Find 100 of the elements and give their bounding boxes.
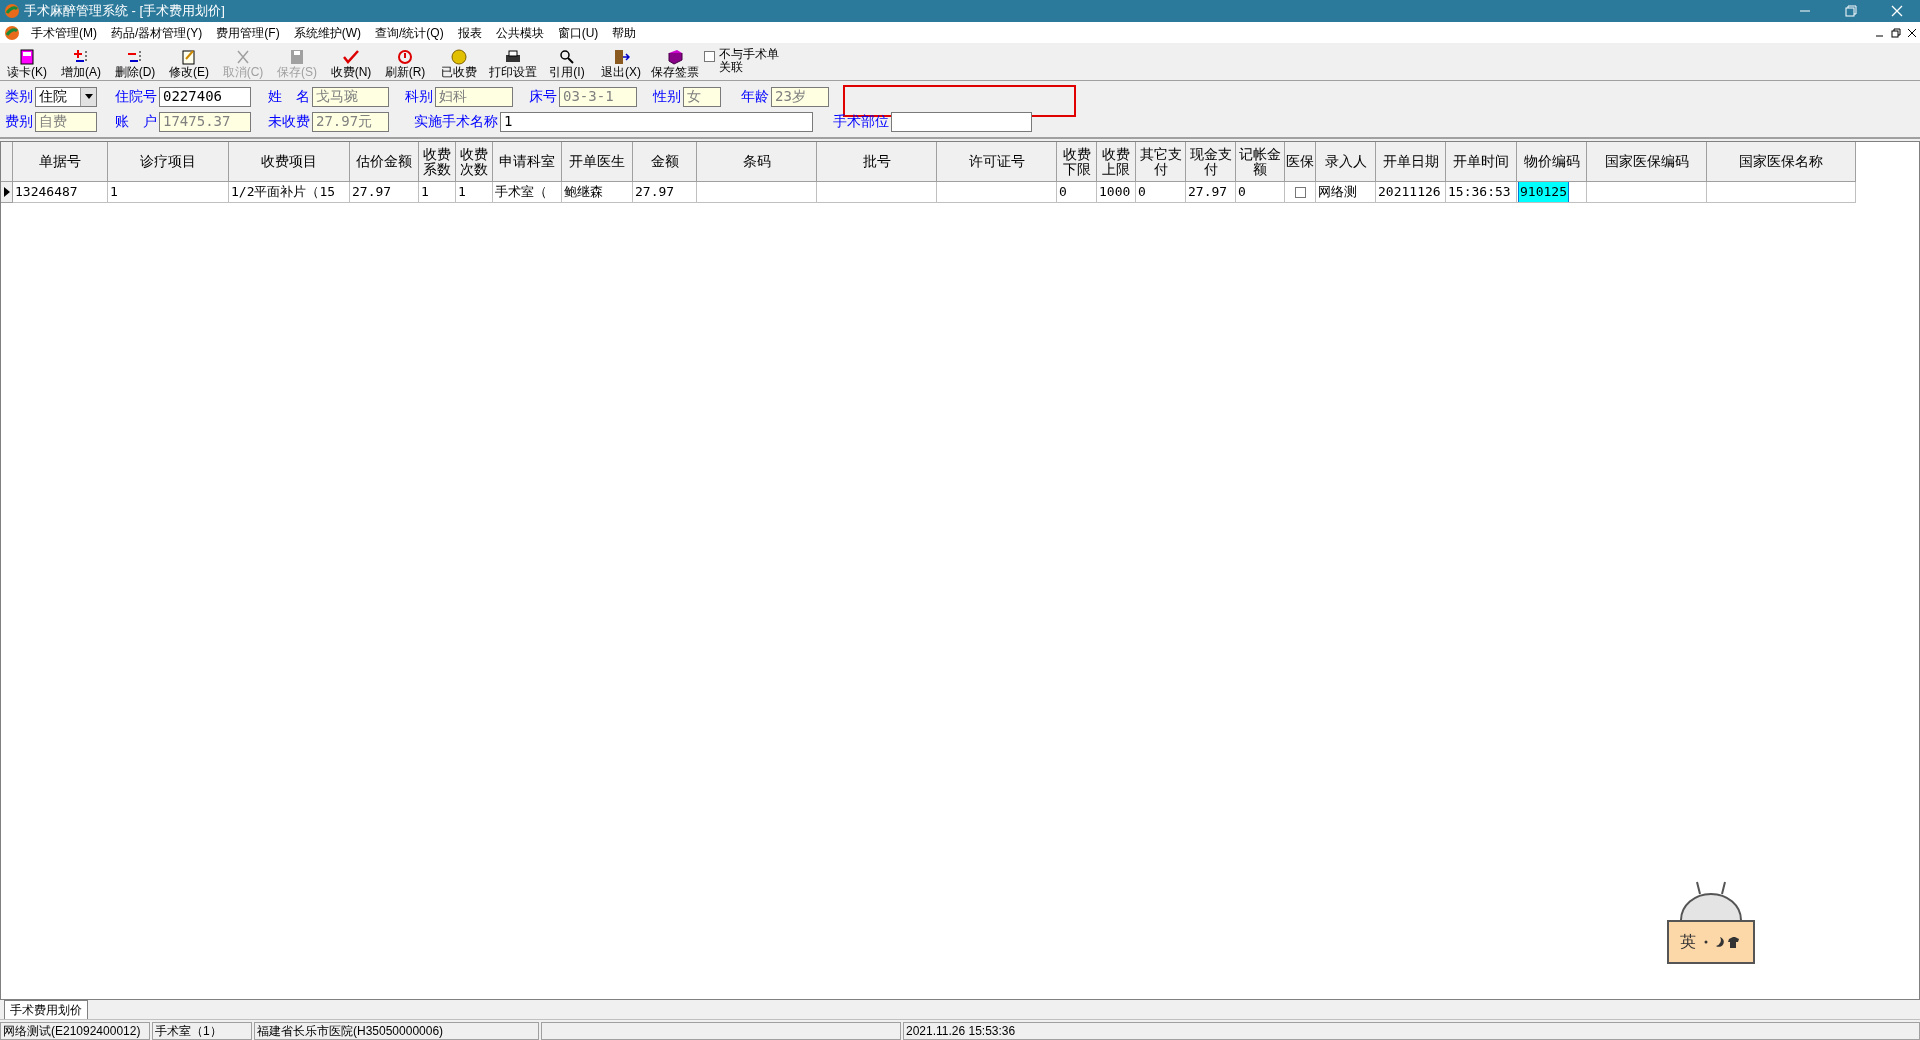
column-header[interactable]: 收费项目 [229,142,350,182]
table-cell: 27.97 [633,182,697,203]
status-panel: 2021.11.26 15:53:36 [903,1022,1920,1040]
toolbar-button[interactable]: 增加(A) [54,45,108,79]
column-header[interactable]: 其它支付 [1136,142,1186,182]
save-icon [288,49,306,65]
column-header[interactable]: 金额 [633,142,697,182]
punctuation-moon-shirt-icon [1702,935,1742,949]
menu-item[interactable]: 药品/器材管理(Y) [104,23,210,42]
table-cell: 910125 [1517,182,1587,203]
column-header[interactable]: 记帐金额 [1236,142,1285,182]
column-header[interactable]: 批号 [817,142,937,182]
input-field[interactable]: 27.97元 [312,111,389,132]
toolbar-button[interactable]: 退出(X) [594,45,648,79]
window-tab[interactable]: 手术费用划价 [4,1000,88,1019]
field-label: 实施手术名称 [413,112,499,131]
table-cell: 1000 [1097,182,1136,203]
menu-item[interactable]: 手术管理(M) [24,23,104,42]
field-label: 账 户 [114,112,158,131]
column-header[interactable]: 诊疗项目 [108,142,229,182]
toolbar-button[interactable]: 已收费 [432,45,486,79]
input-field[interactable]: 03-3-1 [559,86,637,107]
menu-item[interactable]: 公共模块 [488,23,551,42]
row-header[interactable] [1,182,13,203]
column-header[interactable]: 录入人 [1316,142,1376,182]
field-label: 年龄 [740,87,770,106]
input-field[interactable]: 戈马琬 [312,86,389,107]
table-cell: 网络测 [1316,182,1376,203]
child-restore-button[interactable] [1888,27,1904,38]
checkbox[interactable] [1294,186,1306,198]
toolbar-button[interactable]: 读卡(K) [0,45,54,79]
table-cell: 13246487 [13,182,108,203]
field-label: 类别 [4,87,34,106]
column-header[interactable]: 条码 [697,142,817,182]
menu-item[interactable]: 系统维护(W) [286,23,368,42]
column-header[interactable]: 收费上限 [1097,142,1136,182]
input-field[interactable]: 0227406 [159,86,251,107]
input-field[interactable] [891,111,1032,132]
column-header[interactable]: 开单日期 [1376,142,1446,182]
menu-item[interactable]: 帮助 [605,23,644,42]
refresh-icon [396,49,414,65]
toolbar-button[interactable]: 引用(I) [540,45,594,79]
field-label: 未收费 [267,112,311,131]
field-label: 床号 [528,87,558,106]
column-header[interactable]: 国家医保名称 [1707,142,1856,182]
input-field[interactable]: 1 [500,111,813,132]
toolbar-button[interactable]: 刷新(R) [378,45,432,79]
column-header[interactable]: 现金支付 [1186,142,1236,182]
search-icon [558,49,576,65]
field-label: 费别 [4,112,34,131]
input-field[interactable]: 自费 [35,111,97,132]
column-header[interactable]: 开单时间 [1446,142,1517,182]
card-reader-icon [18,49,36,65]
input-field[interactable]: 女 [683,86,721,107]
column-header[interactable]: 收费系数 [419,142,456,182]
column-header[interactable]: 许可证号 [937,142,1057,182]
column-header[interactable]: 物价编码 [1517,142,1587,182]
close-icon [234,49,252,65]
column-header[interactable]: 单据号 [13,142,108,182]
table-cell: 20211126 [1376,182,1446,203]
column-header[interactable]: 国家医保编码 [1587,142,1707,182]
column-header[interactable]: 估价金额 [350,142,419,182]
input-field[interactable]: 妇科 [435,86,513,107]
column-header[interactable]: 收费下限 [1057,142,1097,182]
category-dropdown[interactable]: 住院 [35,86,97,107]
checkbox[interactable] [704,51,715,62]
table-cell: 27.97 [350,182,419,203]
column-header[interactable]: 医保 [1285,142,1316,182]
status-panel: 手术室（1） [152,1022,252,1040]
minus-icon [126,49,144,65]
status-panel: 福建省长乐市医院(H35050000006) [254,1022,539,1040]
menu-item[interactable]: 报表 [450,23,489,42]
input-field[interactable]: 23岁 [771,86,829,107]
table-cell: 0 [1136,182,1186,203]
table-cell: 1/2平面补片（15 [229,182,350,203]
checkmark-icon [342,49,360,65]
field-label: 姓 名 [267,87,311,106]
menu-item[interactable]: 费用管理(F) [209,23,287,42]
table-cell: 27.97 [1186,182,1236,203]
menu-item[interactable]: 查询/统计(Q) [368,23,451,42]
field-label: 性别 [651,87,682,106]
field-label: 住院号 [114,87,158,106]
table-cell: 0 [1057,182,1097,203]
input-field[interactable]: 17475.37 [159,111,251,132]
plus-icon [72,49,90,65]
current-row-pointer-icon [3,187,10,197]
menu-item[interactable]: 窗口(U) [550,23,606,42]
column-header[interactable]: 开单医生 [562,142,633,182]
table-cell: 1 [108,182,229,203]
toolbar-button[interactable]: 收费(N) [324,45,378,79]
toolbar-button[interactable]: 修改(E) [162,45,216,79]
toolbar-button[interactable]: 保存签票 [648,45,702,79]
checkbox-label: 不与手术单关联 [719,48,780,74]
toolbar-button[interactable]: 打印设置 [486,45,540,79]
column-header[interactable]: 申请科室 [493,142,562,182]
book-icon [666,49,684,65]
toolbar-button[interactable]: 删除(D) [108,45,162,79]
ime-widget[interactable]: 英 [1666,880,1756,976]
column-header[interactable]: 收费次数 [456,142,493,182]
app-logo-icon [4,3,20,19]
